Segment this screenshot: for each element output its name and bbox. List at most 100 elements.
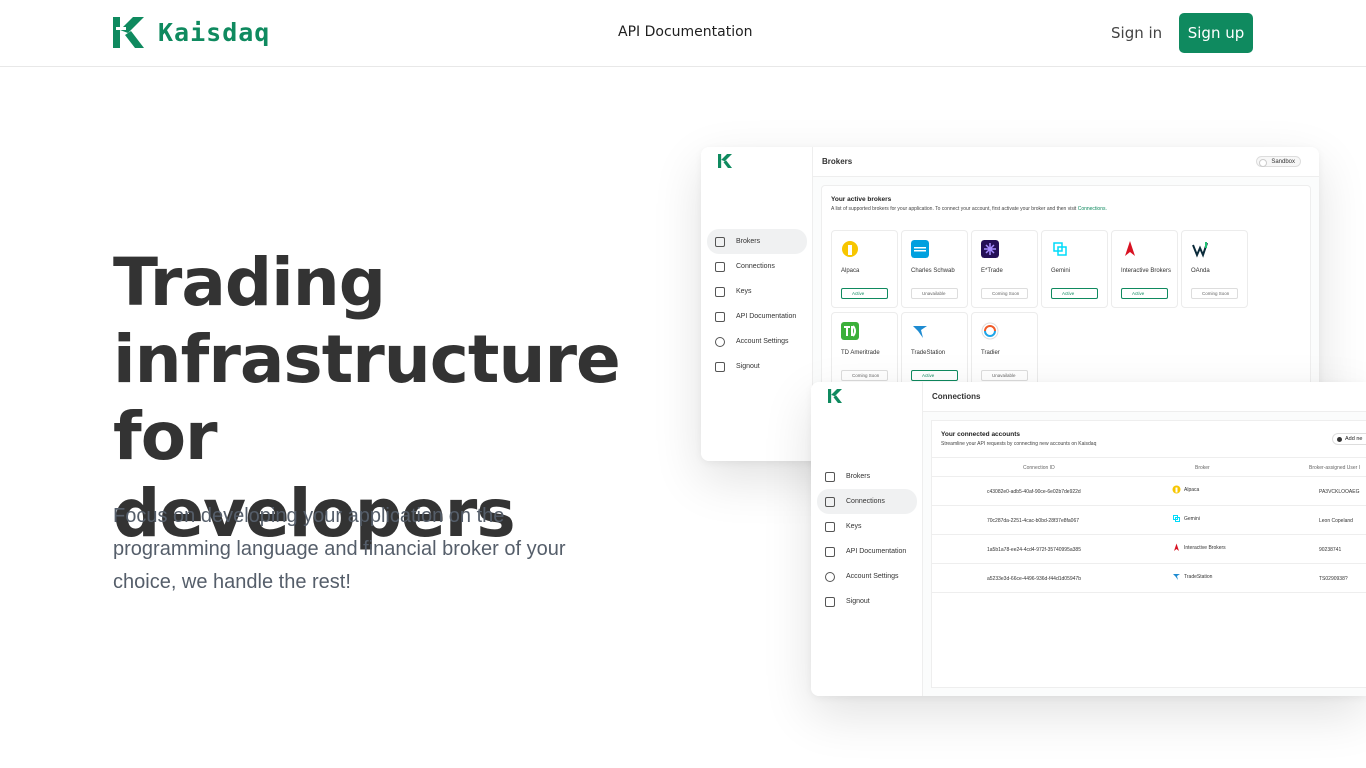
sign-up-button[interactable]: Sign up [1179, 13, 1253, 53]
sidebar-item-label: Connections [846, 498, 885, 505]
broker-name: Alpaca [1184, 486, 1200, 493]
alpaca-logo-icon [842, 241, 858, 257]
broker-card: Tradier Unavailable [971, 312, 1038, 390]
kaisdaq-logo-icon [113, 17, 144, 48]
sidebar-item-connections: Connections [707, 254, 807, 279]
panel-description: Streamline your API requests by connecti… [941, 441, 1097, 447]
sidebar-item-api-documentation: API Documentation [817, 539, 917, 564]
sidebar-item-label: API Documentation [846, 548, 907, 555]
status-badge: Active [1051, 288, 1098, 299]
sidebar: Brokers Connections Keys API Documentati… [701, 147, 813, 461]
broker-name: TradeStation [911, 350, 946, 356]
gemini-logo-icon [1053, 242, 1067, 256]
page-title: Connections [932, 392, 981, 401]
broker-name: Alpaca [841, 268, 860, 274]
page-title: Brokers [822, 157, 853, 166]
broker-card: Interactive Brokers Active [1111, 230, 1178, 308]
column-header: Connection ID [1023, 465, 1055, 471]
status-badge: Coming Soon [1191, 288, 1238, 299]
hero-title-line: infrastructure [113, 321, 621, 398]
broker-user-id: TS0290938? [1319, 576, 1348, 582]
sidebar-item-api-documentation: API Documentation [707, 304, 807, 329]
interactive-brokers-logo-icon [1125, 241, 1135, 256]
broker-name: Interactive Brokers [1184, 544, 1226, 551]
sign-in-link[interactable]: Sign in [1111, 24, 1162, 42]
sidebar: Brokers Connections Keys API Documentati… [811, 382, 923, 696]
broker-user-id: 90238741 [1319, 547, 1342, 553]
status-badge: Active [911, 370, 958, 381]
connection-id: a5233e3d-66ce-4496-936d-f44d1d05947b [987, 576, 1081, 582]
key-icon [715, 286, 725, 297]
kaisdaq-logo-icon [718, 154, 732, 168]
sidebar-item-label: Keys [846, 523, 862, 530]
connection-id: 1a5b1a78-ee24-4cd4-972f-35740995a385 [987, 547, 1081, 553]
status-badge: Unavailable [981, 370, 1028, 381]
broker-card: TradeStation Active [901, 312, 968, 390]
sidebar-item-brokers: Brokers [817, 464, 917, 489]
broker-name: OAnda [1191, 268, 1210, 274]
tradestation-logo-icon [1173, 574, 1180, 580]
sidebar-item-label: Signout [846, 598, 870, 605]
broker-name: Interactive Brokers [1121, 268, 1172, 274]
gemini-logo-icon [1173, 515, 1180, 522]
broker-name: E*Trade [981, 268, 1003, 274]
sidebar-item-label: Connections [736, 263, 775, 270]
sidebar-item-account-settings: Account Settings [707, 329, 807, 354]
layers-icon [825, 471, 835, 482]
document-icon [825, 546, 835, 557]
broker-card: Alpaca Active [831, 230, 898, 308]
status-badge: Coming Soon [841, 370, 888, 381]
column-header: Broker-assigned User I [1309, 465, 1361, 471]
sidebar-item-keys: Keys [707, 279, 807, 304]
etrade-logo-icon [981, 240, 999, 258]
connections-screenshot: Brokers Connections Keys API Documentati… [811, 382, 1366, 696]
sandbox-toggle: Sandbox [1256, 156, 1301, 167]
broker-card: E*Trade Coming Soon [971, 230, 1038, 308]
broker-name: Tradier [981, 350, 1000, 356]
broker-name: Charles Schwab [911, 268, 955, 274]
td-ameritrade-logo-icon [841, 322, 859, 340]
alpaca-logo-icon [1172, 485, 1181, 494]
api-documentation-link[interactable]: API Documentation [618, 24, 753, 40]
user-circle-icon [715, 336, 725, 347]
layers-icon [715, 236, 725, 247]
broker-name: Gemini [1051, 268, 1071, 274]
status-badge: Active [841, 288, 888, 299]
top-navigation-bar: Kaisdaq API Documentation Sign in Sign u… [0, 0, 1366, 67]
link-icon [715, 261, 725, 272]
broker-card: Charles Schwab Unavailable [901, 230, 968, 308]
table-row: c43082e0-adb5-40af-90ce-6e02b7de922d Alp… [932, 477, 1366, 506]
link-icon [825, 496, 835, 507]
panel-title: Your active brokers [831, 196, 892, 203]
panel-description: A list of supported brokers for your app… [831, 206, 1107, 212]
sidebar-item-label: Signout [736, 363, 760, 370]
brand-name: Kaisdaq [158, 18, 271, 47]
connected-accounts-panel: Your connected accounts Streamline your … [931, 420, 1366, 688]
status-badge: Coming Soon [981, 288, 1028, 299]
kaisdaq-logo-icon [828, 389, 842, 403]
tradier-logo-icon [981, 322, 999, 340]
sidebar-item-label: Brokers [736, 238, 761, 245]
sidebar-item-signout: Signout [707, 354, 807, 379]
table-header: Connection ID Broker Broker-assigned Use… [932, 457, 1366, 477]
status-badge: Active [1121, 288, 1168, 299]
broker-user-id: Leon Copeland [1319, 518, 1353, 524]
sidebar-item-keys: Keys [817, 514, 917, 539]
oanda-logo-icon [1192, 242, 1208, 258]
logout-icon [825, 596, 835, 607]
sidebar-item-label: Brokers [846, 473, 871, 480]
table-row: a5233e3d-66ce-4496-936d-f44d1d05947b Tra… [932, 564, 1366, 593]
broker-card: Gemini Active [1041, 230, 1108, 308]
document-icon [715, 311, 725, 322]
broker-name: Gemini [1184, 515, 1200, 522]
sidebar-item-connections: Connections [817, 489, 917, 514]
broker-card: OAnda Coming Soon [1181, 230, 1248, 308]
sidebar-item-label: API Documentation [736, 313, 797, 320]
connection-id: c43082e0-adb5-40af-90ce-6e02b7de922d [987, 489, 1081, 495]
hero-title-line: Trading [113, 244, 386, 321]
key-icon [825, 521, 835, 532]
connection-id: 70c287da-2251-4cac-b0bd-28f37e8fa067 [987, 518, 1080, 524]
status-badge: Unavailable [911, 288, 958, 299]
brand-logo-link[interactable]: Kaisdaq [113, 17, 270, 48]
interactive-brokers-logo-icon [1174, 543, 1179, 551]
